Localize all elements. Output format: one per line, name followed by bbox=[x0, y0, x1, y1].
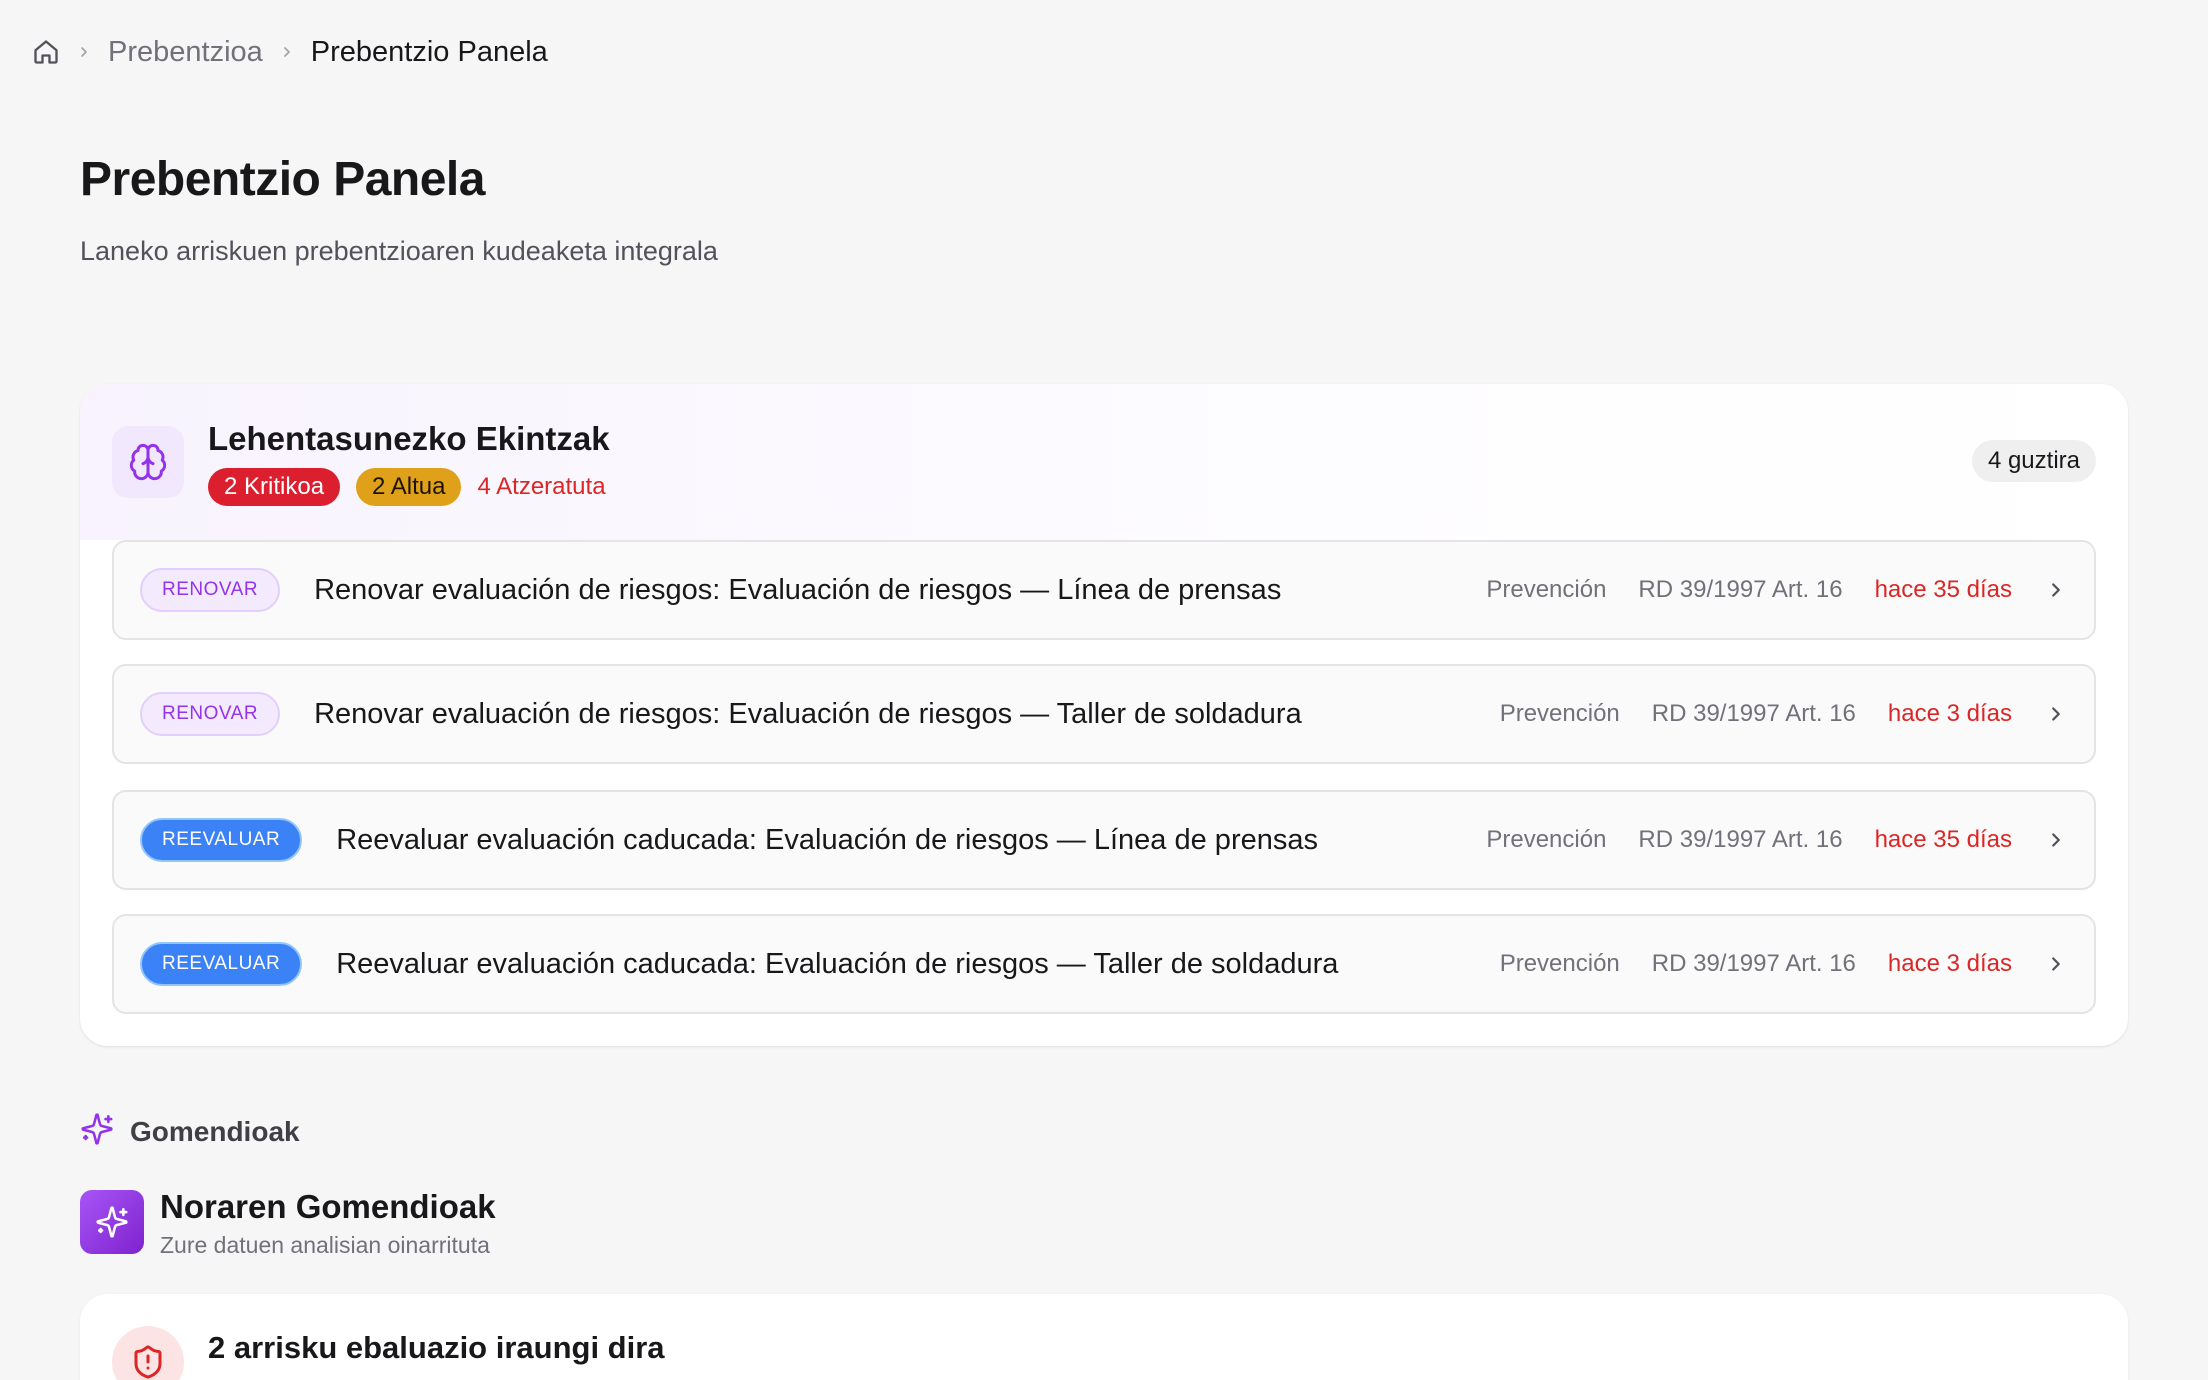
action-title: Reevaluar evaluación caducada: Evaluació… bbox=[336, 947, 1339, 980]
recommendations-section-header: Gomendioak bbox=[80, 1112, 300, 1151]
action-row[interactable]: RENOVAR Renovar evaluación de riesgos: E… bbox=[112, 540, 2096, 640]
chevron-right-icon bbox=[76, 44, 92, 60]
shield-alert-icon bbox=[112, 1326, 184, 1380]
action-type-tag: REEVALUAR bbox=[140, 818, 303, 862]
action-age: hace 35 días bbox=[1874, 576, 2012, 603]
page-title: Prebentzio Panela bbox=[80, 153, 485, 206]
chevron-right-icon[interactable] bbox=[2044, 702, 2068, 726]
action-area: Prevención bbox=[1486, 826, 1607, 853]
page: Prebentzioa Prebentzio Panela Prebentzio… bbox=[0, 0, 2208, 1380]
chevron-right-icon[interactable] bbox=[2044, 828, 2068, 852]
chevron-right-icon bbox=[279, 44, 295, 60]
action-title: Reevaluar evaluación caducada: Evaluació… bbox=[336, 823, 1318, 856]
high-count-badge: 2 Altua bbox=[356, 468, 462, 506]
sparkles-icon bbox=[80, 1112, 114, 1151]
action-area: Prevención bbox=[1499, 700, 1620, 727]
critical-count-badge: 2 Kritikoa bbox=[208, 468, 341, 506]
action-age: hace 35 días bbox=[1874, 826, 2012, 853]
priority-summary-chips: 2 Kritikoa 2 Altua 4 Atzeratuta bbox=[208, 468, 622, 506]
action-title: Renovar evaluación de riesgos: Evaluació… bbox=[314, 573, 1282, 606]
action-row[interactable]: REEVALUAR Reevaluar evaluación caducada:… bbox=[112, 790, 2096, 890]
overdue-count-label: 4 Atzeratuta bbox=[477, 473, 606, 500]
sparkles-icon bbox=[80, 1190, 144, 1254]
action-title: Renovar evaluación de riesgos: Evaluació… bbox=[314, 697, 1302, 730]
total-count-badge: 4 guztira bbox=[1971, 440, 2096, 482]
action-regulation: RD 39/1997 Art. 16 bbox=[1651, 700, 1856, 727]
recommendation-title: 2 arrisku ebaluazio iraungi dira bbox=[208, 1330, 665, 1365]
page-subtitle: Laneko arriskuen prebentzioaren kudeaket… bbox=[80, 236, 718, 266]
recommendations-title: Noraren Gomendioak bbox=[160, 1188, 496, 1225]
breadcrumb-item-current: Prebentzio Panela bbox=[310, 35, 548, 68]
priority-actions-header: Lehentasunezko Ekintzak 2 Kritikoa 2 Alt… bbox=[80, 384, 2128, 540]
recommendations-section-label: Gomendioak bbox=[130, 1115, 300, 1147]
chevron-right-icon[interactable] bbox=[2044, 578, 2068, 602]
action-type-tag: RENOVAR bbox=[140, 692, 281, 736]
action-type-tag: RENOVAR bbox=[140, 568, 281, 612]
action-age: hace 3 días bbox=[1887, 950, 2012, 977]
action-area: Prevención bbox=[1499, 950, 1620, 977]
priority-actions-card: Lehentasunezko Ekintzak 2 Kritikoa 2 Alt… bbox=[80, 384, 2128, 1046]
chevron-right-icon[interactable] bbox=[2044, 952, 2068, 976]
breadcrumb-item-prevention[interactable]: Prebentzioa bbox=[108, 36, 263, 69]
priority-actions-title: Lehentasunezko Ekintzak bbox=[208, 420, 610, 457]
action-area: Prevención bbox=[1486, 576, 1607, 603]
action-age: hace 3 días bbox=[1887, 700, 2012, 727]
action-regulation: RD 39/1997 Art. 16 bbox=[1638, 576, 1843, 603]
breadcrumb: Prebentzioa Prebentzio Panela bbox=[32, 34, 548, 70]
recommendations-subtitle: Zure datuen analisian oinarrituta bbox=[160, 1232, 490, 1258]
action-regulation: RD 39/1997 Art. 16 bbox=[1638, 826, 1843, 853]
brain-icon bbox=[112, 426, 184, 498]
home-icon[interactable] bbox=[32, 38, 60, 66]
action-regulation: RD 39/1997 Art. 16 bbox=[1651, 950, 1856, 977]
action-row[interactable]: REEVALUAR Reevaluar evaluación caducada:… bbox=[112, 914, 2096, 1014]
action-row[interactable]: RENOVAR Renovar evaluación de riesgos: E… bbox=[112, 664, 2096, 764]
recommendation-card[interactable]: 2 arrisku ebaluazio iraungi dira bbox=[80, 1294, 2128, 1380]
action-type-tag: REEVALUAR bbox=[140, 942, 303, 986]
